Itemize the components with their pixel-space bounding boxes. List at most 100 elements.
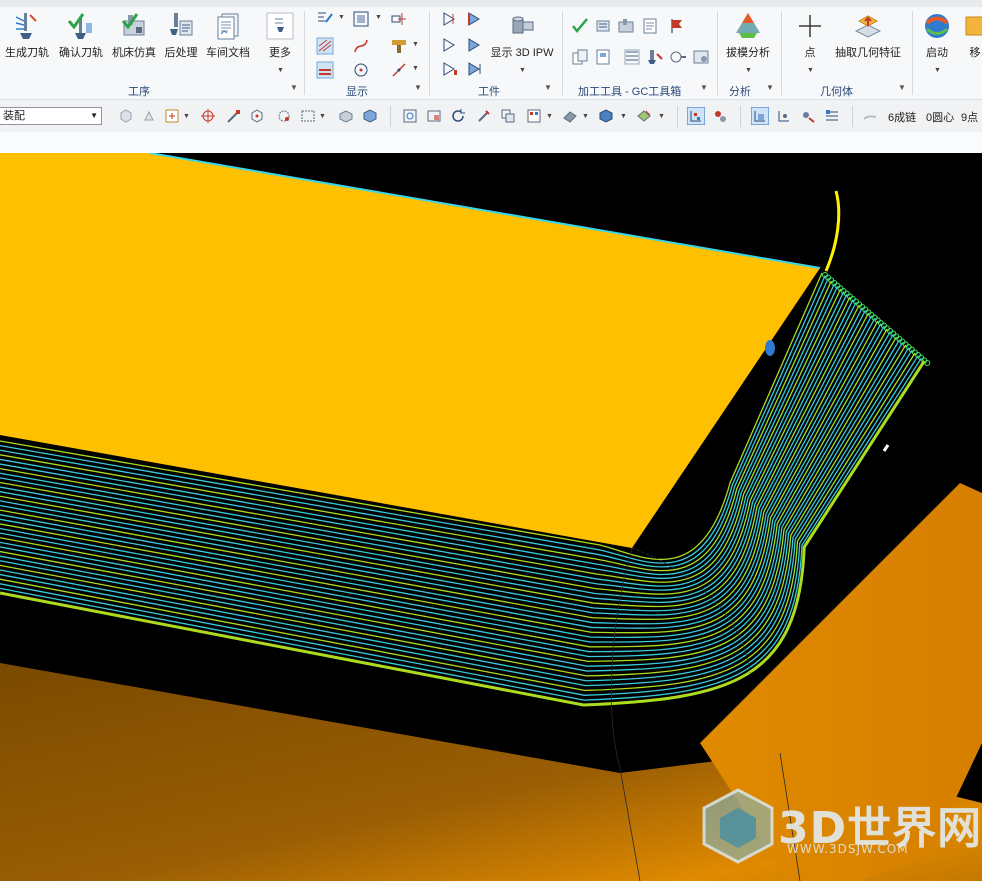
generate-toolpath-button[interactable]: 生成刀轨 (2, 11, 52, 60)
solid-view-icon[interactable] (598, 108, 614, 124)
ribbon: 生成刀轨 确认刀轨 机床仿真 后处理 车间文档 更多 ▼ 工序 ▼ ▼ ▼ ▼ … (0, 7, 982, 99)
show-3d-ipw-icon (512, 16, 534, 34)
program-order-view-icon[interactable] (687, 107, 705, 125)
select-rectangle-caret[interactable]: ▼ (319, 113, 326, 120)
select-general-icon[interactable] (164, 108, 180, 124)
selection-toolbar: 装配 ▼ ▼ ▼ ▼ ▼ ▼ ▼ 6成链 0圆心 9点 (0, 99, 982, 134)
display-curve-icon[interactable] (352, 37, 370, 55)
start-caret[interactable]: ▼ (934, 67, 941, 74)
move-cut-button[interactable]: 移 (962, 11, 982, 60)
toolbar-separator (677, 106, 678, 127)
workpiece-step-icon[interactable] (466, 10, 484, 28)
layout-caret[interactable]: ▼ (546, 113, 553, 120)
fit-view-icon[interactable] (402, 108, 418, 124)
machine-simulate-button[interactable]: 机床仿真 (108, 11, 160, 60)
gc-report-icon[interactable] (641, 17, 659, 35)
select-general-caret[interactable]: ▼ (183, 113, 190, 120)
orient-view-icon[interactable] (500, 108, 516, 124)
point-caret[interactable]: ▼ (807, 67, 814, 74)
more-icon (266, 12, 294, 40)
workpiece-end-icon[interactable] (441, 60, 459, 78)
shop-doc-button[interactable]: 车间文档 (204, 11, 252, 60)
display-boundary-icon[interactable] (352, 10, 370, 28)
gc-tool-list-icon[interactable] (594, 17, 612, 35)
group-expand-analysis[interactable]: ▼ (766, 83, 774, 92)
display-line-caret[interactable]: ▼ (412, 65, 419, 72)
render-style-icon[interactable] (562, 108, 578, 124)
snap-center-icon[interactable] (249, 108, 265, 124)
gc-doc-icon[interactable] (594, 48, 612, 66)
group-expand-operation[interactable]: ▼ (290, 83, 298, 92)
extract-geometry-button[interactable]: 抽取几何特征 (832, 11, 904, 60)
snap-end-icon[interactable] (226, 108, 242, 124)
group-label-workpiece: 工件 (478, 86, 500, 98)
gc-drill-icon[interactable] (669, 48, 687, 66)
display-toolpath-icon[interactable] (316, 10, 334, 28)
machine-simulate-icon (121, 13, 145, 36)
gc-copy-icon[interactable] (571, 48, 589, 66)
gc-settings-icon[interactable] (692, 48, 710, 66)
display-line-icon[interactable] (390, 61, 408, 79)
group-expand-gc-toolkit[interactable]: ▼ (700, 83, 708, 92)
pan-icon[interactable] (476, 108, 492, 124)
start-button[interactable]: 启动 ▼ (918, 11, 956, 74)
display-cut-region-icon[interactable] (316, 61, 334, 79)
workpiece-forward-icon[interactable] (441, 36, 459, 54)
graphics-viewport[interactable] (0, 153, 982, 881)
type-filter-select[interactable]: 装配 ▼ (0, 107, 102, 125)
select-body-icon[interactable] (118, 108, 134, 124)
tool-view-icon[interactable] (800, 108, 816, 124)
show-3d-ipw-button[interactable]: 显示 3D IPW ▼ (488, 11, 556, 74)
gc-machine-icon[interactable] (617, 17, 635, 35)
point-button[interactable]: 点 ▼ (795, 11, 825, 74)
group-expand-display[interactable]: ▼ (414, 83, 422, 92)
more-dropdown-caret[interactable]: ▼ (277, 67, 284, 74)
snap-point-icon[interactable] (200, 108, 216, 124)
rotate-icon[interactable] (450, 108, 466, 124)
display-point-icon[interactable] (352, 61, 370, 79)
view-shaded-icon[interactable] (338, 108, 354, 124)
display-holder-icon[interactable] (390, 37, 408, 55)
gc-list-icon[interactable] (623, 48, 641, 66)
point-label: 点 (804, 47, 816, 59)
display-boundary-caret[interactable]: ▼ (375, 14, 382, 21)
group-expand-geometry[interactable]: ▼ (898, 83, 906, 92)
gc-check-icon[interactable] (571, 17, 589, 35)
display-tool-icon[interactable] (390, 10, 408, 28)
more-button[interactable]: 更多 ▼ (262, 11, 298, 74)
zoom-icon[interactable] (426, 108, 442, 124)
shop-doc-icon (217, 13, 239, 40)
geometry-view-icon[interactable] (751, 107, 769, 125)
draft-analysis-button[interactable]: 拔模分析 ▼ (722, 11, 774, 74)
point-icon (799, 15, 821, 37)
type-filter-value: 装配 (3, 110, 25, 122)
edit-section-icon[interactable] (636, 108, 652, 124)
watermark-url: WWW.3DSJW.COM (787, 842, 909, 856)
show-3d-ipw-caret[interactable]: ▼ (519, 67, 526, 74)
solid-view-caret[interactable]: ▼ (620, 113, 627, 120)
display-workpiece-icon[interactable] (316, 37, 334, 55)
gc-tool-icon[interactable] (646, 48, 664, 66)
navigator-icon[interactable] (824, 108, 840, 124)
method-view-icon[interactable] (776, 108, 792, 124)
display-holder-caret[interactable]: ▼ (412, 41, 419, 48)
snap-arc-icon[interactable] (276, 108, 292, 124)
group-expand-workpiece[interactable]: ▼ (544, 83, 552, 92)
layout-icon[interactable] (526, 108, 542, 124)
workpiece-fast-forward-icon[interactable] (466, 36, 484, 54)
postprocess-button[interactable]: 后处理 (161, 11, 201, 60)
edit-section-caret[interactable]: ▼ (658, 113, 665, 120)
machine-tool-view-icon[interactable] (712, 108, 728, 124)
verify-toolpath-button[interactable]: 确认刀轨 (56, 11, 106, 60)
workpiece-reset-icon[interactable] (466, 60, 484, 78)
view-cube-icon[interactable] (362, 108, 378, 124)
gc-flag-icon[interactable] (668, 17, 686, 35)
generate-toolpath-label: 生成刀轨 (5, 47, 49, 59)
render-style-caret[interactable]: ▼ (582, 113, 589, 120)
select-rectangle-icon[interactable] (300, 108, 316, 124)
chevron-down-icon: ▼ (90, 111, 98, 120)
draft-analysis-caret[interactable]: ▼ (745, 67, 752, 74)
select-feature-icon[interactable] (142, 108, 158, 124)
display-toolpath-caret[interactable]: ▼ (338, 14, 345, 21)
workpiece-play-icon[interactable] (441, 10, 459, 28)
